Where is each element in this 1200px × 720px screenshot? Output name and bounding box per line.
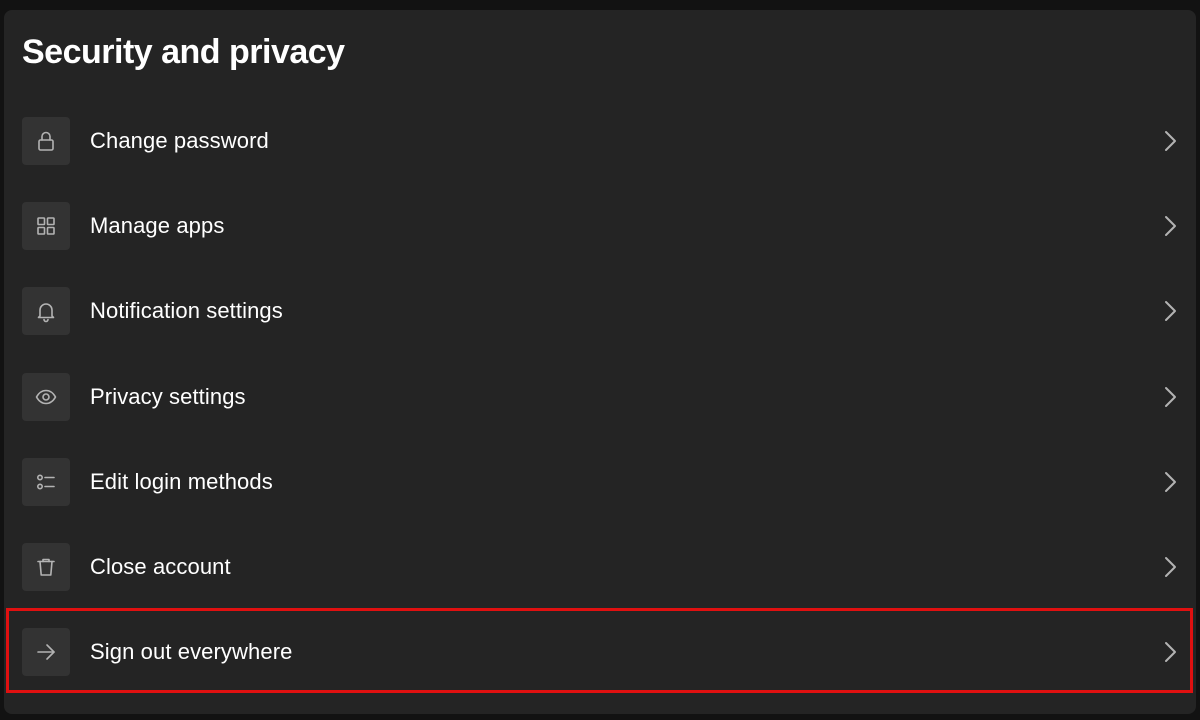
list-icon <box>22 457 70 506</box>
settings-menu: Change password Manage apps Notification… <box>4 98 1196 695</box>
menu-item-privacy-settings[interactable]: Privacy settings <box>4 354 1196 439</box>
menu-item-change-password[interactable]: Change password <box>4 98 1196 183</box>
menu-item-label: Privacy settings <box>90 383 246 409</box>
chevron-right-icon <box>1160 553 1180 581</box>
chevron-right-icon <box>1160 127 1180 155</box>
apps-grid-icon <box>22 201 70 250</box>
menu-item-label: Change password <box>90 127 269 153</box>
trash-icon <box>22 543 70 592</box>
menu-item-label: Notification settings <box>90 298 283 324</box>
menu-item-label: Manage apps <box>90 212 225 238</box>
chevron-right-icon <box>1160 297 1180 325</box>
chevron-right-icon <box>1160 468 1180 496</box>
menu-item-label: Edit login methods <box>90 468 273 494</box>
eye-icon <box>22 372 70 421</box>
menu-item-edit-login-methods[interactable]: Edit login methods <box>4 439 1196 524</box>
menu-item-notification-settings[interactable]: Notification settings <box>4 269 1196 354</box>
menu-item-close-account[interactable]: Close account <box>4 524 1196 609</box>
arrow-right-icon <box>22 628 70 677</box>
lock-icon <box>22 116 70 165</box>
menu-item-label: Sign out everywhere <box>90 639 293 665</box>
chevron-right-icon <box>1160 383 1180 411</box>
menu-item-manage-apps[interactable]: Manage apps <box>4 183 1196 268</box>
bell-icon <box>22 287 70 336</box>
chevron-right-icon <box>1160 638 1180 666</box>
security-privacy-panel: Security and privacy Change password Man… <box>4 10 1196 714</box>
page-title: Security and privacy <box>22 33 345 71</box>
menu-item-sign-out-everywhere[interactable]: Sign out everywhere <box>4 610 1196 695</box>
chevron-right-icon <box>1160 212 1180 240</box>
menu-item-label: Close account <box>90 554 231 580</box>
